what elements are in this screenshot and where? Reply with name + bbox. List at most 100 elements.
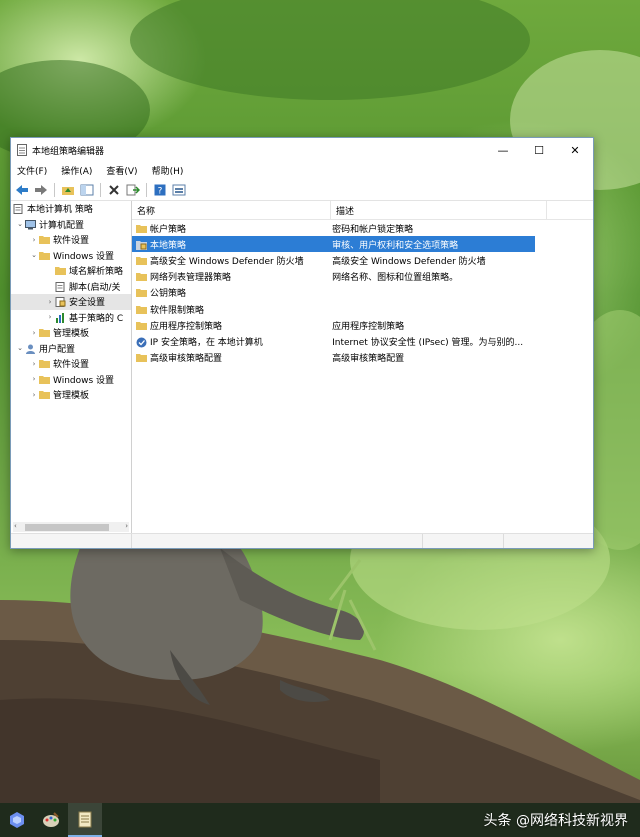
forward-icon[interactable] bbox=[33, 182, 49, 198]
title-bar[interactable]: 本地组策略编辑器 — ☐ ✕ bbox=[11, 138, 593, 162]
table-row[interactable]: 应用程序控制策略 应用程序控制策略 bbox=[132, 317, 535, 333]
row-name: 帐户策略 bbox=[150, 224, 187, 235]
tree-label: 基于策略的 C bbox=[69, 313, 124, 324]
column-header-name[interactable]: 名称 bbox=[132, 201, 331, 219]
up-folder-icon[interactable] bbox=[60, 182, 76, 198]
policy-editor-icon bbox=[17, 144, 27, 156]
tree-label: 安全设置 bbox=[69, 298, 106, 309]
close-button[interactable]: ✕ bbox=[557, 138, 593, 162]
chevron-down-icon[interactable]: ⌄ bbox=[15, 344, 25, 352]
menu-file[interactable]: 文件(F) bbox=[17, 164, 47, 177]
tree-item-security-settings[interactable]: › 安全设置 bbox=[11, 294, 131, 310]
app-launcher-icon[interactable] bbox=[0, 803, 34, 837]
delete-icon[interactable] bbox=[106, 182, 122, 198]
tree-label: Windows 设置 bbox=[53, 375, 115, 386]
table-row[interactable]: 软件限制策略 bbox=[132, 301, 535, 317]
chevron-right-icon[interactable]: › bbox=[29, 360, 39, 368]
menu-view[interactable]: 查看(V) bbox=[106, 164, 137, 177]
tree-item-scripts[interactable]: 脚本(启动/关 bbox=[11, 279, 131, 295]
show-hide-tree-icon[interactable] bbox=[79, 182, 95, 198]
table-row[interactable]: 本地策略 审核、用户权利和安全选项策略 bbox=[132, 236, 535, 253]
policy-list: 名称 描述 帐户策略 密码和帐户锁定策略 本地策略 审核、用户权利和安全选项策略 高级安… bbox=[132, 201, 593, 534]
scroll-right-icon[interactable]: › bbox=[125, 522, 128, 530]
back-icon[interactable] bbox=[14, 182, 30, 198]
table-row[interactable]: 高级审核策略配置 高级审核策略配置 bbox=[132, 350, 535, 366]
tree-horizontal-scrollbar[interactable]: ‹ › bbox=[13, 522, 129, 532]
tree-item-user-admin[interactable]: › 管理模板 bbox=[11, 387, 131, 403]
menu-help[interactable]: 帮助(H) bbox=[152, 164, 184, 177]
tree-item-user-software[interactable]: › 软件设置 bbox=[11, 356, 131, 372]
chevron-right-icon[interactable]: › bbox=[29, 329, 39, 337]
table-row[interactable]: 网络列表管理器策略 网络名称、图标和位置组策略。 bbox=[132, 269, 535, 285]
tree-item-qos[interactable]: › 基于策略的 C bbox=[11, 310, 131, 326]
folder-icon bbox=[39, 375, 50, 384]
tree-item-windows-settings[interactable]: ⌄ Windows 设置 bbox=[11, 248, 131, 264]
toolbar: ? bbox=[11, 179, 593, 201]
minimize-button[interactable]: — bbox=[485, 138, 521, 162]
folder-icon bbox=[39, 328, 50, 338]
tree-item-software-settings[interactable]: › 软件设置 bbox=[11, 232, 131, 248]
tree-label: 本地计算机 策略 bbox=[27, 205, 93, 216]
menu-action[interactable]: 操作(A) bbox=[61, 164, 92, 177]
tree-item-name-resolution[interactable]: 域名解析策略 bbox=[11, 263, 131, 279]
paint-app-icon[interactable] bbox=[34, 803, 68, 837]
tree-item-user-config[interactable]: ⌄ 用户配置 bbox=[11, 341, 131, 357]
row-name: 本地策略 bbox=[150, 240, 187, 251]
table-row[interactable]: 高级安全 Windows Defender 防火墙 高级安全 Windows De… bbox=[132, 252, 535, 268]
policy-editor-taskbar-button[interactable] bbox=[68, 803, 102, 837]
folder-icon bbox=[136, 224, 147, 233]
row-description: 密码和帐户锁定策略 bbox=[332, 224, 414, 235]
folder-icon bbox=[136, 272, 147, 282]
chevron-right-icon[interactable]: › bbox=[29, 391, 39, 399]
folder-icon bbox=[39, 359, 50, 369]
policy-doc-icon bbox=[13, 204, 24, 215]
properties-icon[interactable] bbox=[171, 182, 187, 198]
chevron-down-icon[interactable]: ⌄ bbox=[15, 220, 25, 228]
tree-item-root[interactable]: 本地计算机 策略 bbox=[11, 201, 131, 217]
chevron-right-icon[interactable]: › bbox=[45, 313, 55, 321]
chevron-right-icon[interactable]: › bbox=[29, 236, 39, 244]
tree-item-computer-config[interactable]: ⌄ 计算机配置 bbox=[11, 217, 131, 233]
row-name: 应用程序控制策略 bbox=[150, 321, 223, 332]
toolbar-separator bbox=[54, 182, 55, 197]
folder-icon bbox=[136, 256, 147, 265]
maximize-button[interactable]: ☐ bbox=[521, 138, 557, 162]
tree-label: 软件设置 bbox=[53, 360, 90, 371]
scroll-left-icon[interactable]: ‹ bbox=[14, 522, 17, 530]
scrollbar-thumb[interactable] bbox=[25, 523, 109, 531]
help-icon[interactable]: ? bbox=[152, 182, 168, 198]
toolbar-separator bbox=[100, 182, 101, 197]
svg-text:?: ? bbox=[158, 186, 163, 196]
row-name: 公钥策略 bbox=[150, 289, 187, 300]
group-policy-editor-window: 本地组策略编辑器 — ☐ ✕ 文件(F) 操作(A) 查看(V) 帮助(H) ?… bbox=[10, 137, 594, 549]
row-description: 网络名称、图标和位置组策略。 bbox=[332, 273, 459, 284]
toolbar-separator bbox=[146, 182, 147, 197]
tree-label: 用户配置 bbox=[39, 344, 76, 355]
computer-icon bbox=[25, 219, 36, 230]
tree-label: Windows 设置 bbox=[53, 251, 115, 262]
chevron-down-icon[interactable]: ⌄ bbox=[29, 251, 39, 259]
tree-item-user-windows[interactable]: › Windows 设置 bbox=[11, 372, 131, 388]
table-row[interactable]: 帐户策略 密码和帐户锁定策略 bbox=[132, 220, 535, 236]
list-header: 名称 描述 bbox=[132, 201, 593, 220]
security-icon bbox=[55, 297, 66, 308]
folder-icon bbox=[136, 288, 147, 298]
watermark-text: 头条 @网络科技新视界 bbox=[483, 813, 628, 829]
bar-chart-icon bbox=[55, 312, 66, 323]
row-name: 高级安全 Windows Defender 防火墙 bbox=[150, 256, 304, 267]
export-list-icon[interactable] bbox=[125, 182, 141, 198]
folder-icon bbox=[39, 235, 50, 245]
row-description: Internet 协议安全性 (IPsec) 管理。为与别的... bbox=[332, 337, 524, 348]
folder-icon bbox=[136, 305, 147, 314]
table-row[interactable]: 公钥策略 bbox=[132, 285, 535, 301]
table-row[interactable]: IP 安全策略，在 本地计算机 Internet 协议安全性 (IPsec) 管理… bbox=[132, 333, 535, 349]
chevron-right-icon[interactable]: › bbox=[45, 298, 55, 306]
folder-icon bbox=[39, 390, 50, 400]
tree-item-admin-templates[interactable]: › 管理模板 bbox=[11, 325, 131, 341]
folder-icon bbox=[136, 240, 147, 250]
user-icon bbox=[25, 344, 36, 354]
column-header-description[interactable]: 描述 bbox=[331, 201, 547, 219]
chevron-right-icon[interactable]: › bbox=[29, 375, 39, 383]
folder-icon bbox=[136, 321, 147, 330]
row-description: 高级审核策略配置 bbox=[332, 354, 405, 365]
